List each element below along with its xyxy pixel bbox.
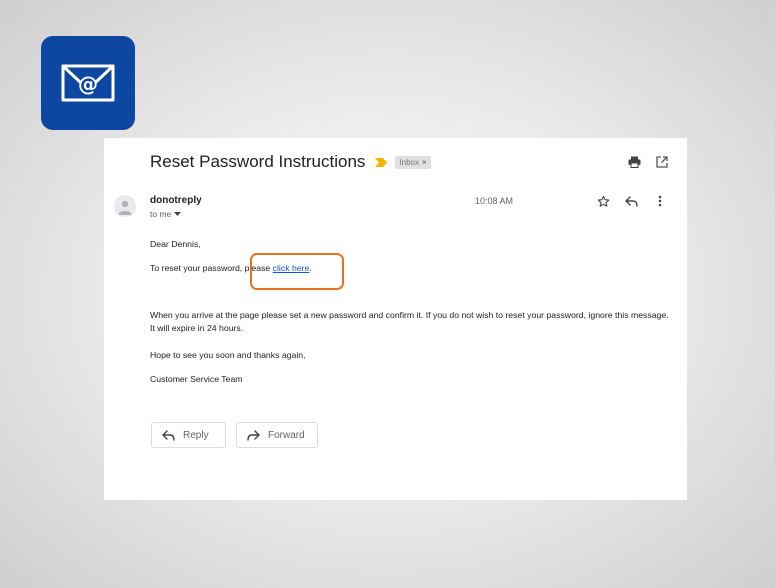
reply-icon	[162, 429, 175, 441]
forward-icon	[247, 429, 260, 441]
sender-avatar	[114, 195, 136, 217]
closing-line: Hope to see you soon and thanks again,	[150, 350, 306, 360]
email-subject: Reset Password Instructions	[150, 152, 366, 171]
link-highlight-box	[250, 253, 344, 290]
reply-arrow-icon[interactable]	[624, 194, 638, 208]
sender-name[interactable]: donotreply	[150, 195, 202, 206]
reply-label: Reply	[183, 429, 209, 441]
star-icon[interactable]	[596, 194, 610, 208]
importance-marker-icon[interactable]	[375, 157, 388, 167]
signature: Customer Service Team	[150, 374, 243, 384]
print-icon[interactable]	[626, 154, 642, 170]
reply-button[interactable]: Reply	[151, 422, 226, 448]
caret-down-icon	[174, 211, 182, 216]
svg-text:@: @	[78, 72, 98, 96]
subject-row: Reset Password Instructions Inbox ×	[150, 150, 431, 174]
more-options-icon[interactable]	[653, 194, 667, 208]
inbox-label-text: Inbox	[399, 157, 419, 167]
email-view: Reset Password Instructions Inbox × donot…	[104, 138, 687, 500]
envelope-at-icon: @	[61, 64, 115, 102]
email-time: 10:08 AM	[475, 196, 514, 206]
email-app-icon: @	[41, 36, 135, 130]
greeting: Dear Dennis,	[150, 239, 201, 249]
instructions-paragraph: When you arrive at the page please set a…	[150, 310, 669, 333]
recipient-details[interactable]: to me	[150, 209, 182, 219]
open-new-window-icon[interactable]	[654, 154, 670, 170]
recipient-text: to me	[150, 209, 172, 219]
inbox-label-chip[interactable]: Inbox ×	[395, 155, 431, 169]
forward-label: Forward	[268, 429, 305, 441]
remove-label-icon[interactable]: ×	[422, 158, 427, 167]
forward-button[interactable]: Forward	[236, 422, 318, 448]
person-icon	[118, 200, 132, 215]
